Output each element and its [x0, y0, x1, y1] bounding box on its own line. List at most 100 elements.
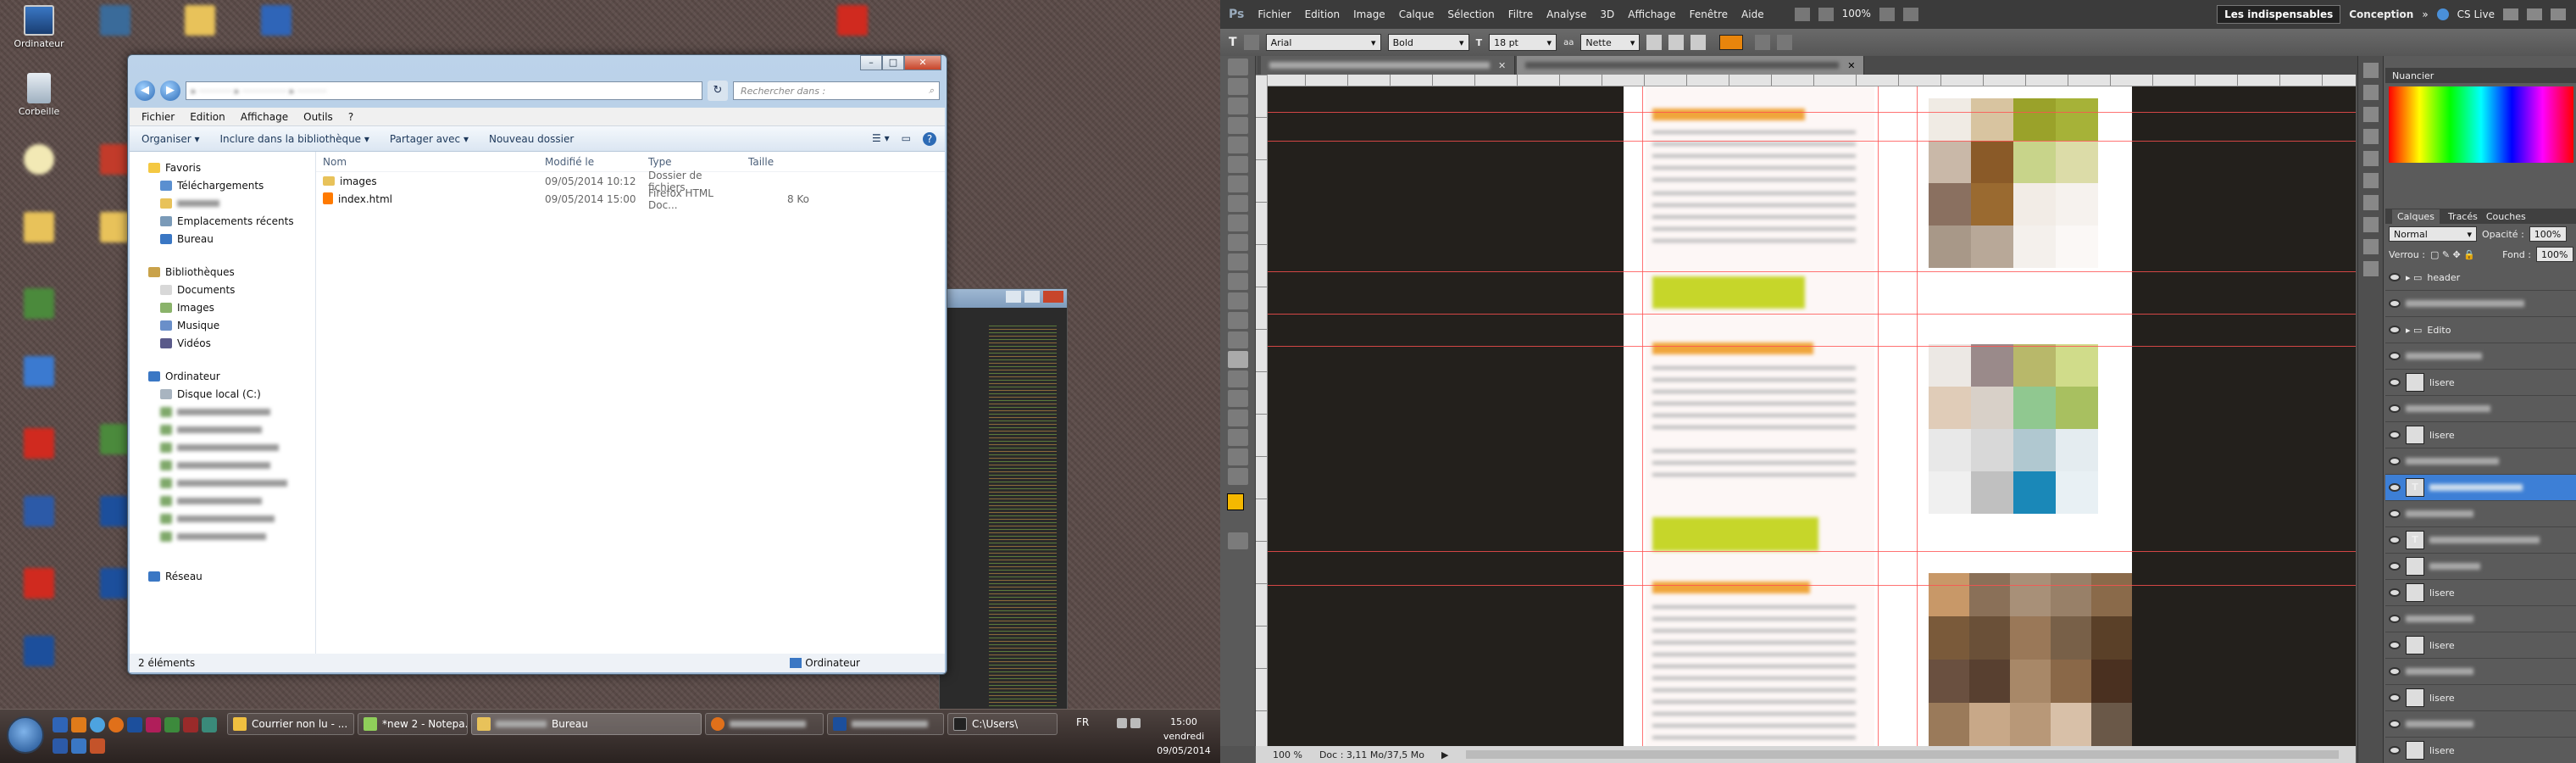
cs-live[interactable]: CS Live — [2457, 8, 2495, 20]
layer-row[interactable] — [2385, 606, 2576, 632]
layer-row[interactable] — [2385, 659, 2576, 685]
panel-icon[interactable] — [2362, 85, 2379, 100]
panel-icon[interactable] — [2362, 63, 2379, 78]
layer-row[interactable] — [2385, 343, 2576, 370]
text-color-swatch[interactable] — [1719, 35, 1744, 50]
preview-pane-icon[interactable]: ▭ — [902, 132, 911, 146]
zoom-level[interactable]: 100% — [1842, 8, 1871, 21]
workspace-essentials[interactable]: Les indispensables — [2217, 5, 2341, 24]
align-left-icon[interactable] — [1646, 35, 1663, 50]
nav-item-network-drive[interactable] — [130, 420, 315, 438]
close-icon[interactable]: ✕ — [1498, 60, 1506, 71]
menu-edit[interactable]: Edition — [190, 111, 225, 123]
status-zoom[interactable]: 100 % — [1273, 749, 1302, 760]
visibility-eye-icon[interactable] — [2389, 746, 2401, 755]
ps-canvas[interactable] — [1268, 86, 2356, 746]
panel-icon[interactable] — [2362, 217, 2379, 232]
antialias-select[interactable]: Nette ▾ — [1580, 34, 1641, 51]
ps-menu-item[interactable]: Filtre — [1508, 8, 1533, 20]
quicklaunch-icon[interactable] — [71, 717, 86, 732]
layer-row[interactable] — [2385, 501, 2576, 527]
quicklaunch-icon[interactable] — [90, 738, 105, 754]
chrome-icon[interactable] — [90, 717, 105, 732]
gradient-tool-icon[interactable] — [1227, 273, 1248, 290]
nav-item-network-drive[interactable] — [130, 492, 315, 510]
nav-item-music[interactable]: Musique — [130, 316, 315, 334]
nav-libraries[interactable]: Bibliothèques — [130, 263, 315, 281]
3d-rotate-tool-icon[interactable] — [1227, 409, 1248, 426]
nav-item-drive-c[interactable]: Disque local (C:) — [130, 385, 315, 403]
visibility-eye-icon[interactable] — [2389, 378, 2401, 387]
panel-icon[interactable] — [2362, 173, 2379, 188]
organize-button[interactable]: Organiser ▾ — [142, 133, 199, 145]
eyedropper-tool-icon[interactable] — [1227, 156, 1248, 173]
layer-row[interactable]: ▸ ▭ header — [2385, 265, 2576, 291]
desktop-icon[interactable] — [8, 496, 69, 529]
document-tab[interactable]: ✕ — [1261, 56, 1516, 75]
indesign-icon[interactable] — [146, 717, 161, 732]
taskbar-button-photoshop[interactable] — [827, 713, 944, 735]
workspace-more[interactable]: » — [2422, 8, 2428, 20]
menu-file[interactable]: Fichier — [142, 111, 175, 123]
menu-view[interactable]: Affichage — [241, 111, 288, 123]
nav-item-network-drive[interactable] — [130, 456, 315, 474]
column-size[interactable]: Taille — [741, 156, 809, 168]
visibility-eye-icon[interactable] — [2389, 431, 2401, 439]
blend-mode-select[interactable]: Normal ▾ — [2389, 226, 2477, 242]
layer-row[interactable] — [2385, 396, 2576, 422]
view-options-icon[interactable]: ☰ ▾ — [872, 132, 890, 146]
nav-item-images[interactable]: Images — [130, 298, 315, 316]
ps-menu-item[interactable]: Affichage — [1628, 8, 1675, 20]
volume-icon[interactable] — [1130, 718, 1141, 728]
layer-row[interactable]: lisere — [2385, 738, 2576, 763]
close-icon[interactable]: ✕ — [1847, 60, 1855, 71]
brush-tool-icon[interactable] — [1227, 195, 1248, 212]
app-icon[interactable] — [202, 717, 217, 732]
layer-row[interactable] — [2385, 711, 2576, 738]
desktop-icon[interactable] — [169, 5, 230, 38]
layer-row-selected[interactable]: T — [2385, 475, 2576, 501]
visibility-eye-icon[interactable] — [2389, 326, 2401, 334]
tray-icon[interactable] — [1117, 718, 1127, 728]
path-select-tool-icon[interactable] — [1227, 370, 1248, 387]
app-icon[interactable] — [183, 717, 198, 732]
new-folder-button[interactable]: Nouveau dossier — [489, 133, 574, 145]
nav-item-network-drive[interactable] — [130, 474, 315, 492]
taskbar-button-explorer[interactable]: Bureau — [471, 713, 702, 735]
ps-menu-item[interactable]: Calque — [1399, 8, 1435, 20]
character-panel-icon[interactable] — [1777, 35, 1793, 50]
horizontal-scrollbar[interactable] — [1465, 750, 2339, 759]
visibility-eye-icon[interactable] — [2389, 457, 2401, 465]
layer-row[interactable]: lisere — [2385, 685, 2576, 711]
nav-item-downloads[interactable]: Téléchargements — [130, 176, 315, 194]
ps-menu-item[interactable]: Aide — [1741, 8, 1764, 20]
layer-row[interactable]: lisere — [2385, 370, 2576, 396]
pen-tool-icon[interactable] — [1227, 331, 1248, 348]
forward-button[interactable]: ▶ — [160, 81, 180, 101]
nav-item-network-drive[interactable] — [130, 510, 315, 527]
visibility-eye-icon[interactable] — [2389, 483, 2401, 492]
visibility-eye-icon[interactable] — [2389, 536, 2401, 544]
workspace-design[interactable]: Conception — [2349, 8, 2413, 20]
menu-help[interactable]: ? — [348, 111, 353, 123]
nav-item-network-drive[interactable] — [130, 527, 315, 545]
status-arrow-icon[interactable]: ▶ — [1441, 749, 1448, 760]
ps-minimize-button[interactable] — [2503, 8, 2518, 20]
quick-mask-icon[interactable] — [1227, 532, 1248, 549]
marquee-tool-icon[interactable] — [1227, 78, 1248, 95]
desktop-icon[interactable] — [8, 212, 69, 245]
nav-favorites[interactable]: Favoris — [130, 159, 315, 176]
column-name[interactable]: Nom — [316, 156, 538, 168]
fill-input[interactable]: 100% — [2536, 247, 2573, 262]
lasso-tool-icon[interactable] — [1227, 97, 1248, 114]
taskbar-button-notepad[interactable]: *new 2 - Notepa... — [358, 713, 468, 735]
panel-icon[interactable] — [2362, 239, 2379, 254]
maximize-icon[interactable] — [1024, 291, 1040, 303]
nav-network[interactable]: Réseau — [130, 567, 315, 585]
ps-menu-item[interactable]: Analyse — [1546, 8, 1586, 20]
excel-icon[interactable] — [164, 717, 180, 732]
panel-icon[interactable] — [2362, 129, 2379, 144]
menu-tools[interactable]: Outils — [303, 111, 333, 123]
tab-layers[interactable]: Calques — [2392, 209, 2440, 224]
shape-tool-icon[interactable] — [1227, 390, 1248, 407]
